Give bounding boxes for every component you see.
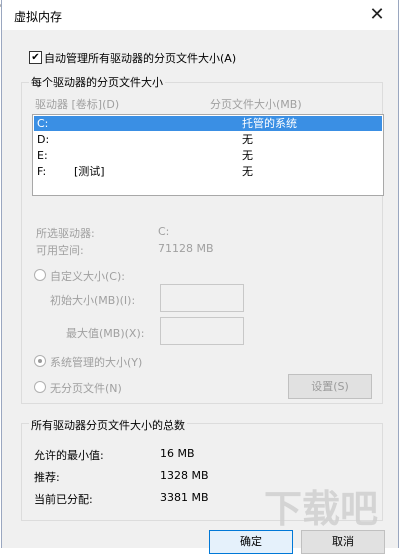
free-space-label: 可用空间: xyxy=(36,244,84,257)
per-drive-legend: 每个驱动器的分页文件大小 xyxy=(29,74,165,90)
auto-manage-label[interactable]: 自动管理所有驱动器的分页文件大小(A) xyxy=(44,50,236,66)
set-button[interactable]: 设置(S) xyxy=(288,374,372,399)
recommended-value: 1328 MB xyxy=(160,469,209,482)
drive-letter: D: xyxy=(37,133,50,146)
selected-drive-value: C: xyxy=(158,225,170,238)
currently-allocated-label: 当前已分配: xyxy=(34,493,93,506)
virtual-memory-dialog: 虚拟内存 ✕ ✔ 自动管理所有驱动器的分页文件大小(A) 每个驱动器的分页文件大… xyxy=(1,0,399,554)
recommended-label: 推荐: xyxy=(34,471,60,484)
min-allowed-label: 允许的最小值: xyxy=(34,449,104,462)
selected-drive-label: 所选驱动器: xyxy=(36,227,95,240)
system-managed-radio[interactable] xyxy=(34,355,46,367)
totals-legend: 所有驱动器分页文件大小的总数 xyxy=(29,417,187,433)
title-bar: 虚拟内存 ✕ xyxy=(2,0,398,30)
custom-size-label[interactable]: 自定义大小(C): xyxy=(50,268,125,284)
drive-paging-size: 无 xyxy=(242,133,253,146)
drive-row[interactable]: D: 无 xyxy=(34,132,382,147)
drive-paging-size: 无 xyxy=(242,149,253,162)
drive-letter: E: xyxy=(37,149,48,162)
cancel-button[interactable]: 取消 xyxy=(301,530,385,554)
currently-allocated-value: 3381 MB xyxy=(160,491,209,504)
close-icon[interactable]: ✕ xyxy=(366,4,388,26)
dialog-title: 虚拟内存 xyxy=(14,10,63,24)
initial-size-input[interactable] xyxy=(160,284,244,312)
system-managed-label[interactable]: 系统管理的大小(Y) xyxy=(50,354,142,370)
no-paging-label[interactable]: 无分页文件(N) xyxy=(50,380,122,396)
column-header-drive: 驱动器 [卷标](D) xyxy=(35,98,120,111)
max-size-label: 最大值(MB)(X): xyxy=(66,327,145,340)
drive-paging-size: 托管的系统 xyxy=(242,117,297,130)
free-space-value: 71128 MB xyxy=(158,242,214,255)
drive-row[interactable]: E: 无 xyxy=(34,148,382,163)
ok-button[interactable]: 确定 xyxy=(209,530,293,554)
min-allowed-value: 16 MB xyxy=(160,447,195,460)
max-size-input[interactable] xyxy=(160,317,244,345)
auto-manage-checkbox[interactable]: ✔ xyxy=(29,51,42,64)
drive-row[interactable]: F: [测试] 无 xyxy=(34,164,382,179)
column-header-size: 分页文件大小(MB) xyxy=(210,98,302,111)
watermark: 下载吧 xyxy=(264,487,379,531)
drive-list[interactable]: C: 托管的系统 D: 无 E: 无 F: [测试] 无 xyxy=(32,114,384,196)
drive-paging-size: 无 xyxy=(242,165,253,178)
drive-letter: C: xyxy=(37,117,49,130)
initial-size-label: 初始大小(MB)(I): xyxy=(50,294,136,307)
drive-letter: F: xyxy=(37,165,47,178)
no-paging-radio[interactable] xyxy=(34,381,46,393)
drive-volume-label: [测试] xyxy=(74,165,105,178)
custom-size-radio[interactable] xyxy=(34,269,46,281)
drive-row[interactable]: C: 托管的系统 xyxy=(34,116,382,131)
